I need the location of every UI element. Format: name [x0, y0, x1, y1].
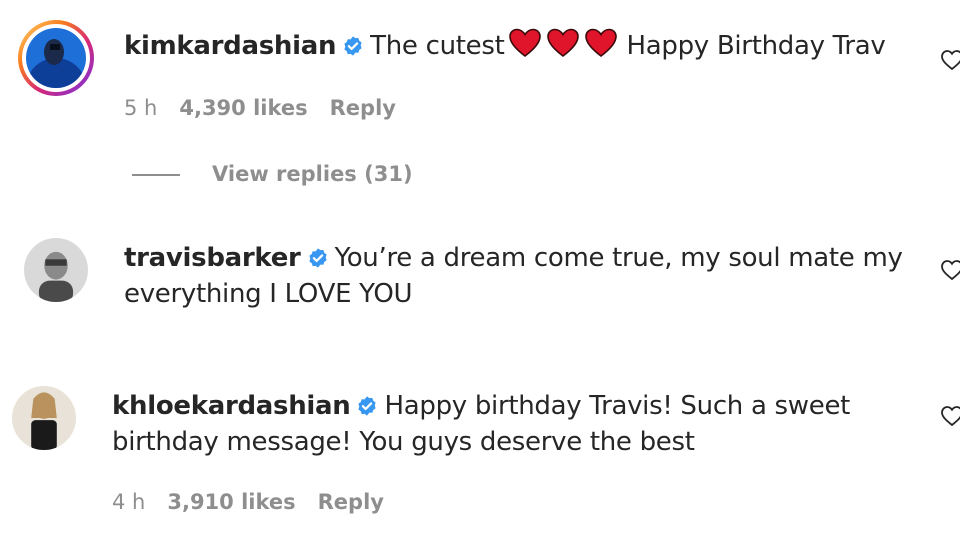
heart-outline-icon[interactable]: [940, 258, 960, 282]
comment-body-continued: birthday message! You guys deserve the b…: [112, 427, 695, 457]
comment-body-end: Happy Birthday Trav: [626, 31, 886, 61]
heart-outline-icon[interactable]: [940, 404, 960, 428]
view-replies-button[interactable]: View replies (31): [132, 162, 413, 186]
verified-badge-icon: [307, 247, 329, 269]
comment-text-line: kimkardashian The cutest Happy Birthday …: [124, 28, 886, 68]
likes-count[interactable]: 3,910 likes: [167, 490, 295, 514]
heart-outline-icon[interactable]: [940, 48, 960, 72]
avatar-image: [24, 238, 88, 302]
comment-text-line: khloekardashian Happy birthday Travis! S…: [112, 388, 850, 424]
comment-meta: 5 h 4,390 likes Reply: [124, 94, 418, 122]
comment-body: The cutest: [370, 31, 505, 61]
username-link[interactable]: travisbarker: [124, 243, 301, 273]
comment-time: 4 h: [112, 490, 146, 514]
reply-button[interactable]: Reply: [318, 490, 384, 514]
comment-body: You’re a dream come true, my soul mate m…: [334, 243, 903, 273]
avatar-khloekardashian[interactable]: [12, 386, 76, 450]
comment-meta: 4 h 3,910 likes Reply: [112, 488, 406, 516]
red-heart-emoji-icon: [584, 28, 617, 58]
avatar-kimkardashian: [26, 28, 86, 88]
reply-button[interactable]: Reply: [330, 96, 396, 120]
verified-badge-icon: [342, 35, 364, 57]
red-heart-emoji-icon: [508, 28, 541, 58]
view-replies-line: [132, 174, 180, 176]
red-heart-emoji-icon: [546, 28, 579, 58]
comment-text-line: travisbarker You’re a dream come true, m…: [124, 240, 903, 276]
comment-body: Happy birthday Travis! Such a sweet: [384, 391, 851, 421]
username-link[interactable]: khloekardashian: [112, 391, 351, 421]
avatar-travisbarker[interactable]: [24, 238, 88, 302]
comment-body-continued: everything I LOVE YOU: [124, 279, 413, 309]
comment-text-line-2: birthday message! You guys deserve the b…: [112, 424, 695, 460]
verified-badge-icon: [356, 395, 378, 417]
avatar-image: [12, 386, 76, 450]
likes-count[interactable]: 4,390 likes: [179, 96, 307, 120]
comment-text-line-2: everything I LOVE YOU: [124, 276, 413, 312]
comment-time: 5 h: [124, 96, 158, 120]
comments-feed: kimkardashian The cutest Happy Birthday …: [0, 0, 960, 540]
view-replies-label: View replies (31): [212, 162, 413, 186]
username-link[interactable]: kimkardashian: [124, 31, 336, 61]
avatar-story-ring[interactable]: [18, 20, 94, 96]
heart-emojis: [508, 28, 623, 68]
